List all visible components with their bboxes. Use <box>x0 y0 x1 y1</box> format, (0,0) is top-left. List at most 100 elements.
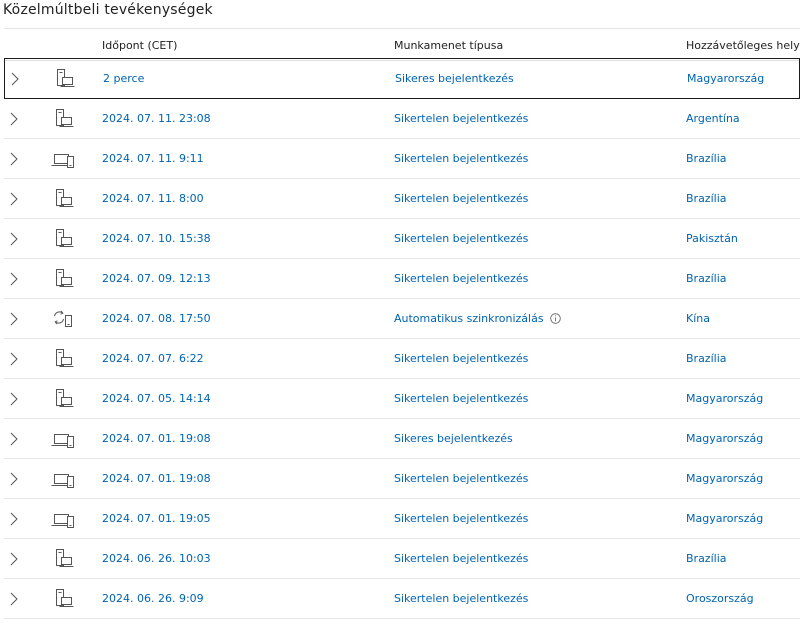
activity-session-type[interactable]: Sikeres bejelentkezés <box>395 72 514 85</box>
activity-session-type[interactable]: Sikertelen bejelentkezés <box>394 192 528 205</box>
session-type-label: Sikertelen bejelentkezés <box>394 592 529 605</box>
activity-location[interactable]: Magyarország <box>686 392 763 405</box>
activity-row[interactable]: 2024. 07. 11. 23:08 Sikertelen bejelentke… <box>4 99 800 139</box>
session-type-label: Sikertelen bejelentkezés <box>394 112 529 125</box>
activity-time[interactable]: 2024. 07. 01. 19:08 <box>102 432 211 445</box>
activity-time[interactable]: 2024. 06. 26. 10:03 <box>102 552 211 565</box>
table-header: Időpont (CET) Munkamenet típusa Hozzávet… <box>4 28 800 61</box>
desktop-icon <box>50 108 76 130</box>
activity-time[interactable]: 2024. 07. 10. 15:38 <box>102 232 211 245</box>
column-header-time: Időpont (CET) <box>102 39 178 52</box>
activity-session-type[interactable]: Sikertelen bejelentkezés <box>394 592 528 605</box>
activity-time[interactable]: 2024. 07. 01. 19:05 <box>102 512 211 525</box>
desktop-icon <box>50 348 76 370</box>
chevron-right-icon[interactable] <box>8 311 20 327</box>
activity-time[interactable]: 2024. 07. 11. 8:00 <box>102 192 204 205</box>
activity-row[interactable]: 2024. 07. 08. 17:50 Automatikus szinkroni… <box>4 299 800 339</box>
session-type-label: Sikertelen bejelentkezés <box>394 352 529 365</box>
activity-time[interactable]: 2024. 06. 26. 9:09 <box>102 592 204 605</box>
activity-session-type[interactable]: Sikertelen bejelentkezés <box>394 472 528 485</box>
sync-icon <box>50 308 76 330</box>
session-type-label: Sikertelen bejelentkezés <box>394 512 529 525</box>
activity-row[interactable]: 2024. 07. 11. 9:11 Sikertelen bejelentkez… <box>4 139 800 179</box>
desktop-icon <box>50 548 76 570</box>
activity-time[interactable]: 2024. 07. 08. 17:50 <box>102 312 211 325</box>
activity-time[interactable]: 2 perce <box>103 72 144 85</box>
chevron-right-icon[interactable] <box>8 191 20 207</box>
desktop-icon <box>50 228 76 250</box>
chevron-right-icon[interactable] <box>8 431 20 447</box>
session-type-label: Sikertelen bejelentkezés <box>394 152 529 165</box>
activity-session-type[interactable]: Sikeres bejelentkezés <box>394 432 513 445</box>
activity-row[interactable]: 2024. 07. 07. 6:22 Sikertelen bejelentkez… <box>4 339 800 379</box>
activity-session-type[interactable]: Sikertelen bejelentkezés <box>394 552 528 565</box>
activity-location[interactable]: Argentína <box>686 112 740 125</box>
session-type-label: Sikertelen bejelentkezés <box>394 552 529 565</box>
chevron-right-icon[interactable] <box>8 151 20 167</box>
activity-location[interactable]: Magyarország <box>686 472 763 485</box>
activity-row[interactable]: 2024. 07. 09. 12:13 Sikertelen bejelentke… <box>4 259 800 299</box>
column-header-session-type: Munkamenet típusa <box>394 39 504 52</box>
chevron-right-icon[interactable] <box>8 231 20 247</box>
activity-location[interactable]: Magyarország <box>686 432 763 445</box>
activity-time[interactable]: 2024. 07. 11. 9:11 <box>102 152 204 165</box>
activity-location[interactable]: Pakisztán <box>686 232 738 245</box>
chevron-right-icon[interactable] <box>8 351 20 367</box>
chevron-right-icon[interactable] <box>8 591 20 607</box>
activity-location[interactable]: Brazília <box>686 192 727 205</box>
activity-row[interactable]: 2024. 07. 05. 14:14 Sikertelen bejelentke… <box>4 379 800 419</box>
activity-time[interactable]: 2024. 07. 05. 14:14 <box>102 392 211 405</box>
activity-session-type[interactable]: Sikertelen bejelentkezés <box>394 352 528 365</box>
activity-row[interactable]: 2024. 07. 01. 19:08 Sikeres bejelentkezés… <box>4 419 800 459</box>
activity-row[interactable]: 2024. 07. 01. 19:05 Sikertelen bejelentke… <box>4 499 800 539</box>
activity-location[interactable]: Kína <box>686 312 710 325</box>
chevron-right-icon[interactable] <box>8 551 20 567</box>
activity-row[interactable]: 2024. 07. 01. 19:08 Sikertelen bejelentke… <box>4 459 800 499</box>
column-header-location: Hozzávetőleges hely <box>686 39 800 52</box>
chevron-right-icon[interactable] <box>8 111 20 127</box>
chevron-right-icon[interactable] <box>8 471 20 487</box>
activity-row[interactable]: 2024. 06. 26. 10:03 Sikertelen bejelentke… <box>4 539 800 579</box>
session-type-label: Sikertelen bejelentkezés <box>394 232 529 245</box>
laptop-phone-icon <box>50 428 76 450</box>
desktop-icon <box>50 188 76 210</box>
activity-time[interactable]: 2024. 07. 01. 19:08 <box>102 472 211 485</box>
activity-session-type[interactable]: Sikertelen bejelentkezés <box>394 112 528 125</box>
activity-location[interactable]: Magyarország <box>687 72 764 85</box>
session-type-label: Sikertelen bejelentkezés <box>394 192 529 205</box>
activity-row[interactable]: 2024. 06. 26. 9:09 Sikertelen bejelentkez… <box>4 579 800 619</box>
info-icon[interactable] <box>549 313 561 324</box>
session-type-label: Sikertelen bejelentkezés <box>394 272 529 285</box>
activity-session-type[interactable]: Sikertelen bejelentkezés <box>394 512 528 525</box>
activity-location[interactable]: Magyarország <box>686 512 763 525</box>
chevron-right-icon[interactable] <box>9 71 21 87</box>
desktop-icon <box>51 68 77 90</box>
activity-session-type[interactable]: Sikertelen bejelentkezés <box>394 232 528 245</box>
activity-row[interactable]: 2 perce Sikeres bejelentkezés Magyarország <box>4 58 800 99</box>
activity-time[interactable]: 2024. 07. 11. 23:08 <box>102 112 211 125</box>
activity-session-type[interactable]: Sikertelen bejelentkezés <box>394 152 528 165</box>
activity-location[interactable]: Brazília <box>686 352 727 365</box>
chevron-right-icon[interactable] <box>8 271 20 287</box>
activity-location[interactable]: Brazília <box>686 152 727 165</box>
activity-session-type[interactable]: Sikertelen bejelentkezés <box>394 392 528 405</box>
activity-row[interactable]: 2024. 07. 10. 15:38 Sikertelen bejelentke… <box>4 219 800 259</box>
activity-time[interactable]: 2024. 07. 07. 6:22 <box>102 352 204 365</box>
activity-location[interactable]: Brazília <box>686 552 727 565</box>
activity-location[interactable]: Brazília <box>686 272 727 285</box>
session-type-label: Sikeres bejelentkezés <box>395 72 514 85</box>
activity-session-type[interactable]: Sikertelen bejelentkezés <box>394 272 528 285</box>
page-title: Közelmúltbeli tevékenységek <box>3 2 213 18</box>
desktop-icon <box>50 588 76 610</box>
activity-row[interactable]: 2024. 07. 11. 8:00 Sikertelen bejelentkez… <box>4 179 800 219</box>
chevron-right-icon[interactable] <box>8 511 20 527</box>
session-type-label: Sikeres bejelentkezés <box>394 432 513 445</box>
session-type-label: Sikertelen bejelentkezés <box>394 472 529 485</box>
laptop-phone-icon <box>50 508 76 530</box>
laptop-phone-icon <box>50 468 76 490</box>
activity-location[interactable]: Oroszország <box>686 592 754 605</box>
chevron-right-icon[interactable] <box>8 391 20 407</box>
desktop-icon <box>50 268 76 290</box>
activity-time[interactable]: 2024. 07. 09. 12:13 <box>102 272 211 285</box>
activity-session-type[interactable]: Automatikus szinkronizálás <box>394 312 561 325</box>
